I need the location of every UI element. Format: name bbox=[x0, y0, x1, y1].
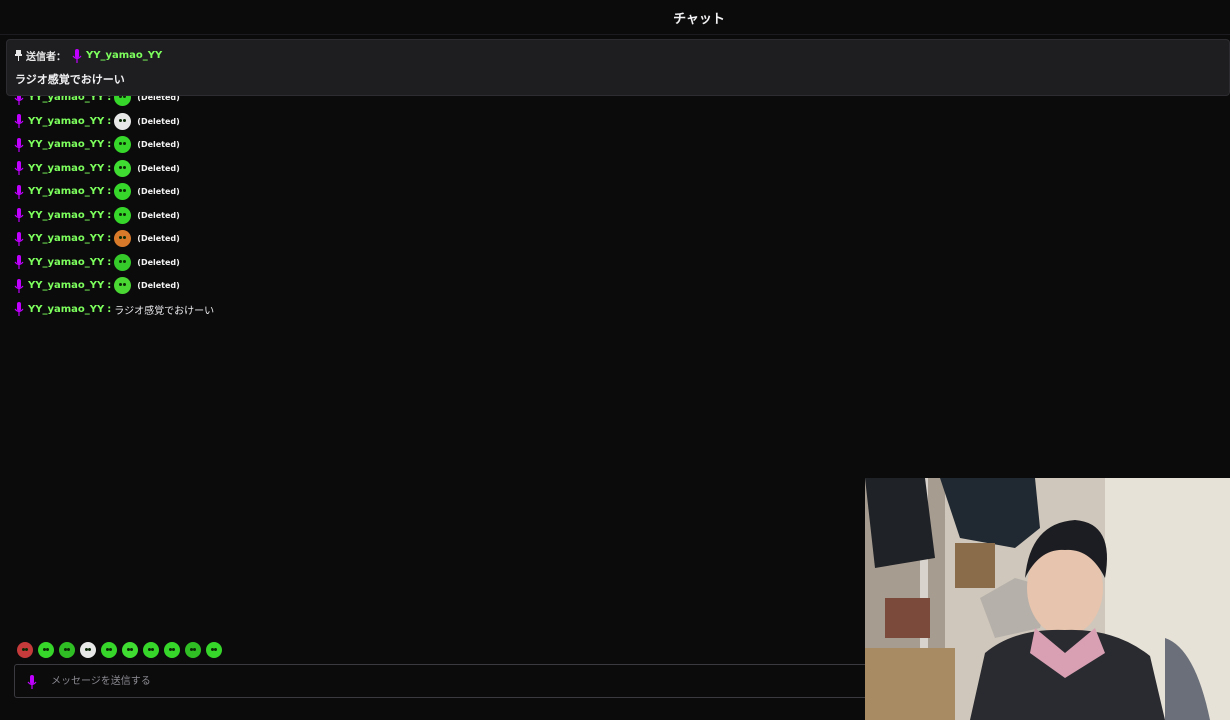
chat-colon: : bbox=[107, 280, 112, 292]
mic-icon bbox=[14, 161, 24, 176]
chat-username[interactable]: YY_yamao_YY bbox=[28, 139, 104, 150]
panda-emote[interactable] bbox=[80, 642, 96, 658]
chat-username[interactable]: YY_yamao_YY bbox=[28, 116, 104, 127]
chat-text: ラジオ感覚でおけーい bbox=[114, 305, 215, 317]
green-alien-emote bbox=[114, 159, 132, 177]
chat-colon: : bbox=[107, 209, 112, 221]
chat-input-box[interactable] bbox=[14, 664, 874, 698]
chat-colon: : bbox=[107, 186, 112, 198]
chat-username[interactable]: YY_yamao_YY bbox=[28, 186, 104, 197]
chat-username[interactable]: YY_yamao_YY bbox=[28, 257, 104, 268]
chat-message: YY_yamao_YY: (Deleted) bbox=[14, 251, 854, 275]
chat-text: (Deleted) bbox=[137, 234, 180, 244]
green-dizzy-emote bbox=[114, 253, 132, 271]
webcam-video bbox=[865, 478, 1230, 720]
chat-message: YY_yamao_YY: ラジオ感覚でおけーい bbox=[14, 298, 854, 322]
sender-label: 送信者： bbox=[26, 52, 66, 63]
red-eyes-emote bbox=[114, 230, 132, 248]
chat-text: (Deleted) bbox=[137, 210, 180, 220]
mic-icon bbox=[14, 137, 24, 152]
green-blob-emote[interactable] bbox=[164, 642, 180, 658]
chat-username[interactable]: YY_yamao_YY bbox=[28, 304, 104, 315]
panda-face-emote bbox=[114, 112, 132, 130]
green-blob-emote[interactable] bbox=[143, 642, 159, 658]
pin-icon bbox=[15, 50, 22, 61]
chat-message: YY_yamao_YY: (Deleted) bbox=[14, 133, 854, 157]
red-green-emote[interactable] bbox=[17, 642, 33, 658]
mic-icon bbox=[14, 231, 24, 246]
chat-text: (Deleted) bbox=[137, 116, 180, 126]
mic-icon bbox=[14, 208, 24, 223]
mic-icon bbox=[14, 302, 24, 317]
chat-colon: : bbox=[107, 233, 112, 245]
green-blob-emote bbox=[114, 183, 132, 201]
mic-icon bbox=[72, 48, 82, 63]
pinned-user[interactable]: YY_yamao_YY bbox=[86, 50, 162, 61]
chat-username[interactable]: YY_yamao_YY bbox=[28, 210, 104, 221]
mic-icon bbox=[27, 674, 37, 689]
chat-message: YY_yamao_YY: (Deleted) bbox=[14, 227, 854, 251]
chat-message: YY_yamao_YY: (Deleted) bbox=[14, 157, 854, 181]
chat-text: (Deleted) bbox=[137, 281, 180, 291]
chat-input[interactable] bbox=[49, 674, 813, 688]
green-red-emote bbox=[114, 277, 132, 295]
chat-colon: : bbox=[107, 139, 112, 151]
chat-message: YY_yamao_YY: (Deleted) bbox=[14, 110, 854, 134]
green-blob-emote[interactable] bbox=[101, 642, 117, 658]
mic-icon bbox=[14, 255, 24, 270]
green-ghost-emote[interactable] bbox=[38, 642, 54, 658]
chat-message: YY_yamao_YY: (Deleted) bbox=[14, 180, 854, 204]
chat-colon: : bbox=[107, 162, 112, 174]
chat-header: チャット bbox=[0, 0, 1230, 35]
mic-icon bbox=[14, 114, 24, 129]
chat-colon: : bbox=[107, 115, 112, 127]
green-blob-emote bbox=[114, 136, 132, 154]
chat-text: (Deleted) bbox=[137, 257, 180, 267]
chat-message: YY_yamao_YY: (Deleted) bbox=[14, 204, 854, 228]
chat-log[interactable]: YY_yamao_YY: (Deleted) YY_yamao_YY: (Delete… bbox=[14, 86, 854, 321]
pinned-text: ラジオ感覚でおけーい bbox=[15, 73, 125, 86]
chat-username[interactable]: YY_yamao_YY bbox=[28, 163, 104, 174]
chat-username[interactable]: YY_yamao_YY bbox=[28, 280, 104, 291]
chat-title: チャット bbox=[673, 11, 725, 27]
green-alien-emote[interactable] bbox=[122, 642, 138, 658]
mic-icon bbox=[14, 184, 24, 199]
green-box-emote[interactable] bbox=[59, 642, 75, 658]
emote-bar bbox=[17, 642, 222, 658]
chat-username[interactable]: YY_yamao_YY bbox=[28, 233, 104, 244]
green-blob-emote bbox=[114, 206, 132, 224]
chat-message: YY_yamao_YY: (Deleted) bbox=[14, 274, 854, 298]
chat-text: (Deleted) bbox=[137, 140, 180, 150]
chat-colon: : bbox=[107, 303, 112, 315]
chat-text: (Deleted) bbox=[137, 163, 180, 173]
green-small-emote[interactable] bbox=[185, 642, 201, 658]
mic-icon bbox=[14, 278, 24, 293]
chat-colon: : bbox=[107, 256, 112, 268]
pinned-message[interactable]: 送信者： YY_yamao_YY ラジオ感覚でおけーい bbox=[6, 39, 1230, 96]
chat-text: (Deleted) bbox=[137, 187, 180, 197]
green-blob-emote[interactable] bbox=[206, 642, 222, 658]
